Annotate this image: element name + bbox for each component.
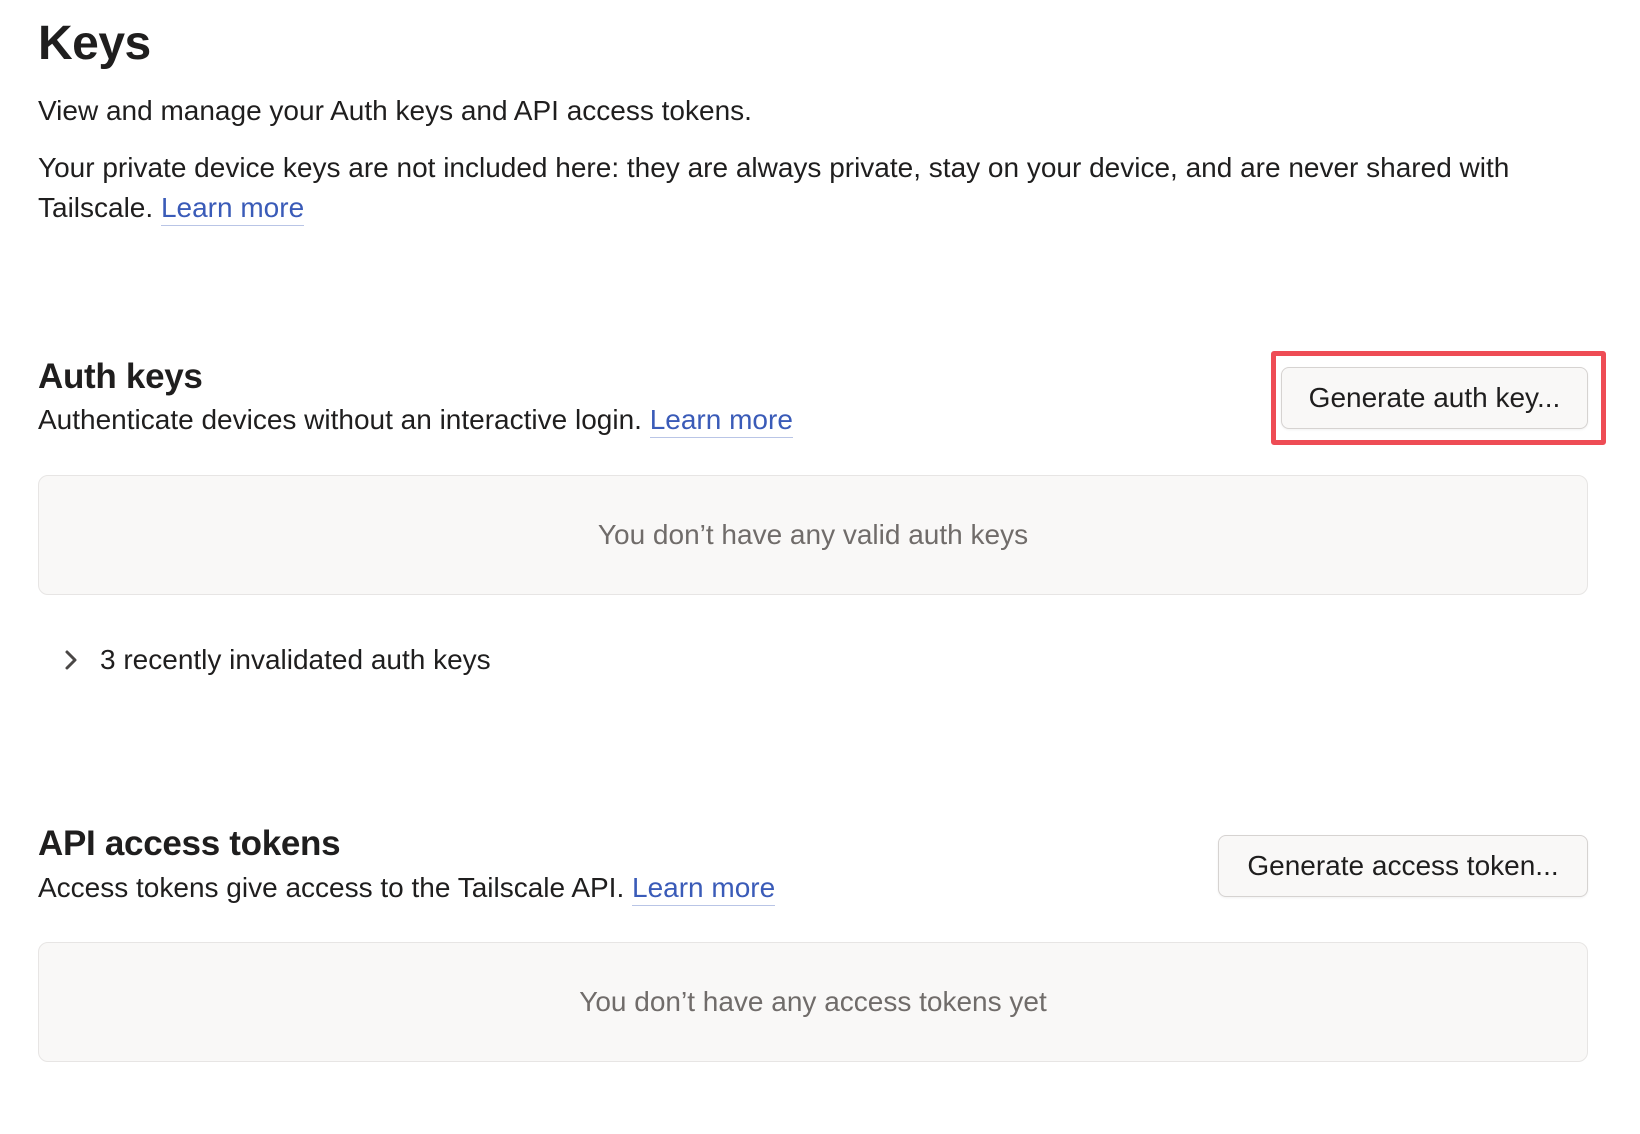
generate-auth-key-button[interactable]: Generate auth key... bbox=[1281, 367, 1588, 429]
auth-keys-empty-state: You don’t have any valid auth keys bbox=[38, 475, 1588, 595]
api-tokens-description-text: Access tokens give access to the Tailsca… bbox=[38, 872, 625, 903]
invalidated-auth-keys-label: 3 recently invalidated auth keys bbox=[100, 644, 491, 675]
api-tokens-empty-state: You don’t have any access tokens yet bbox=[38, 942, 1588, 1062]
auth-keys-learn-more-link[interactable]: Learn more bbox=[649, 404, 793, 438]
api-tokens-title: API access tokens bbox=[38, 824, 341, 863]
invalidated-auth-keys-toggle[interactable]: 3 recently invalidated auth keys bbox=[58, 644, 491, 676]
auth-keys-description: Authenticate devices without an interact… bbox=[38, 401, 793, 439]
page-intro: View and manage your Auth keys and API a… bbox=[38, 95, 752, 126]
auth-keys-description-text: Authenticate devices without an interact… bbox=[38, 404, 642, 435]
api-tokens-learn-more-link[interactable]: Learn more bbox=[632, 872, 776, 906]
page-title: Keys bbox=[38, 17, 151, 70]
chevron-right-icon bbox=[65, 650, 77, 670]
private-keys-note: Your private device keys are not include… bbox=[38, 148, 1598, 228]
private-keys-learn-more-link[interactable]: Learn more bbox=[160, 192, 305, 226]
generate-access-token-button[interactable]: Generate access token... bbox=[1218, 835, 1588, 897]
api-tokens-description: Access tokens give access to the Tailsca… bbox=[38, 869, 776, 907]
auth-keys-title: Auth keys bbox=[38, 357, 203, 396]
